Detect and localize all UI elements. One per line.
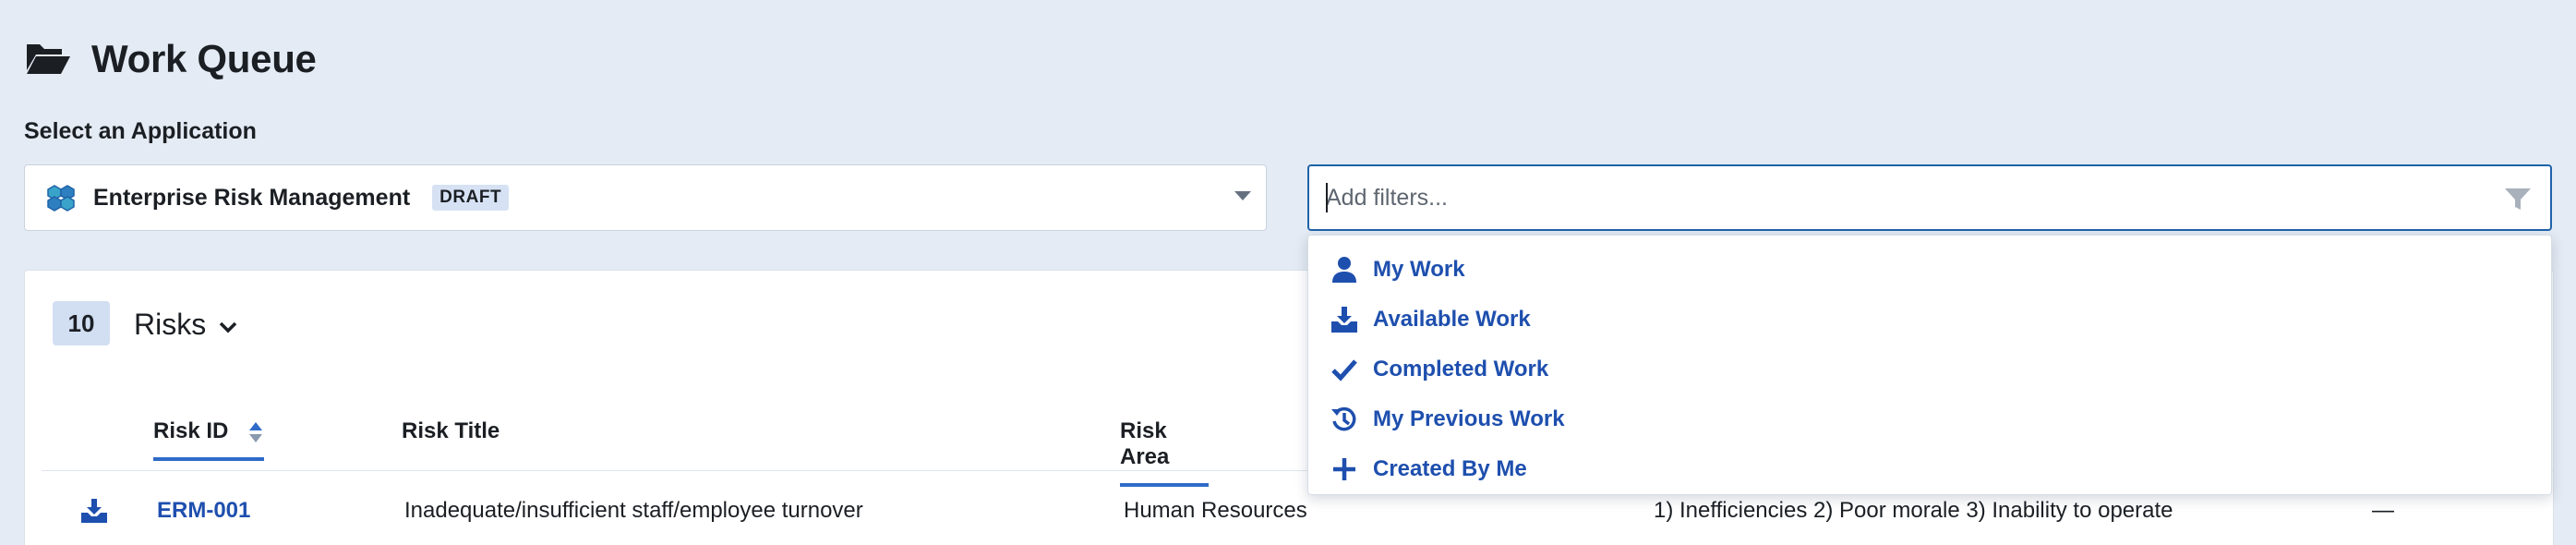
filter-option-available-work[interactable]: Available Work (1308, 295, 2551, 345)
chevron-down-icon (219, 308, 237, 342)
risk-id-link[interactable]: ERM-001 (157, 498, 250, 524)
application-select-label: Select an Application (24, 118, 257, 144)
filter-option-completed-work[interactable]: Completed Work (1308, 345, 2551, 394)
application-select[interactable]: Enterprise Risk Management DRAFT (24, 164, 1267, 231)
filter-option-created-by-me[interactable]: Created By Me (1308, 444, 2551, 494)
column-header-label: Risk ID (153, 418, 229, 443)
filter-funnel-icon[interactable] (2504, 187, 2532, 212)
chevron-down-icon[interactable] (1234, 191, 1251, 200)
inbox-download-icon[interactable] (80, 498, 108, 524)
plus-icon (1333, 458, 1355, 480)
user-icon (1332, 257, 1356, 283)
list-title: Risks (134, 308, 207, 341)
filter-option-my-previous-work[interactable]: My Previous Work (1308, 394, 2551, 444)
filter-option-label: Completed Work (1373, 357, 1549, 382)
history-icon (1331, 406, 1356, 431)
filter-option-my-work[interactable]: My Work (1308, 245, 2551, 295)
risk-title-cell: Inadequate/insufficient staff/employee t… (404, 498, 863, 523)
sort-icon[interactable] (247, 420, 264, 444)
text-cursor (1326, 183, 1328, 212)
checkmark-icon (1331, 359, 1357, 382)
page-header: Work Queue (25, 33, 317, 85)
app-cubes-icon (45, 184, 77, 212)
column-header-risk-title[interactable]: Risk Title (402, 418, 500, 457)
filter-input[interactable] (1326, 179, 2480, 216)
risks-heading[interactable]: Risks (134, 308, 237, 342)
filter-option-label: Available Work (1373, 307, 1531, 332)
inbox-download-icon (1331, 307, 1357, 333)
filter-dropdown: My Work Available Work Completed Work My… (1307, 235, 2552, 495)
draft-badge: DRAFT (432, 185, 510, 211)
empty-cell: — (2372, 498, 2394, 523)
filter-option-label: My Previous Work (1373, 406, 1565, 431)
column-header-risk-id[interactable]: Risk ID (153, 418, 265, 461)
risk-count-badge: 10 (53, 301, 110, 345)
page-title: Work Queue (91, 37, 317, 80)
filter-option-label: My Work (1373, 257, 1465, 282)
folder-open-icon (25, 39, 71, 80)
selected-application: Enterprise Risk Management (93, 184, 411, 211)
risk-area-cell: Human Resources (1124, 498, 1307, 523)
impact-cell: 1) Inefficiencies 2) Poor morale 3) Inab… (1654, 498, 2173, 523)
column-header-risk-area[interactable]: Risk Area (1120, 418, 1209, 487)
filter-option-label: Created By Me (1373, 456, 1527, 481)
filter-field[interactable] (1307, 164, 2552, 231)
